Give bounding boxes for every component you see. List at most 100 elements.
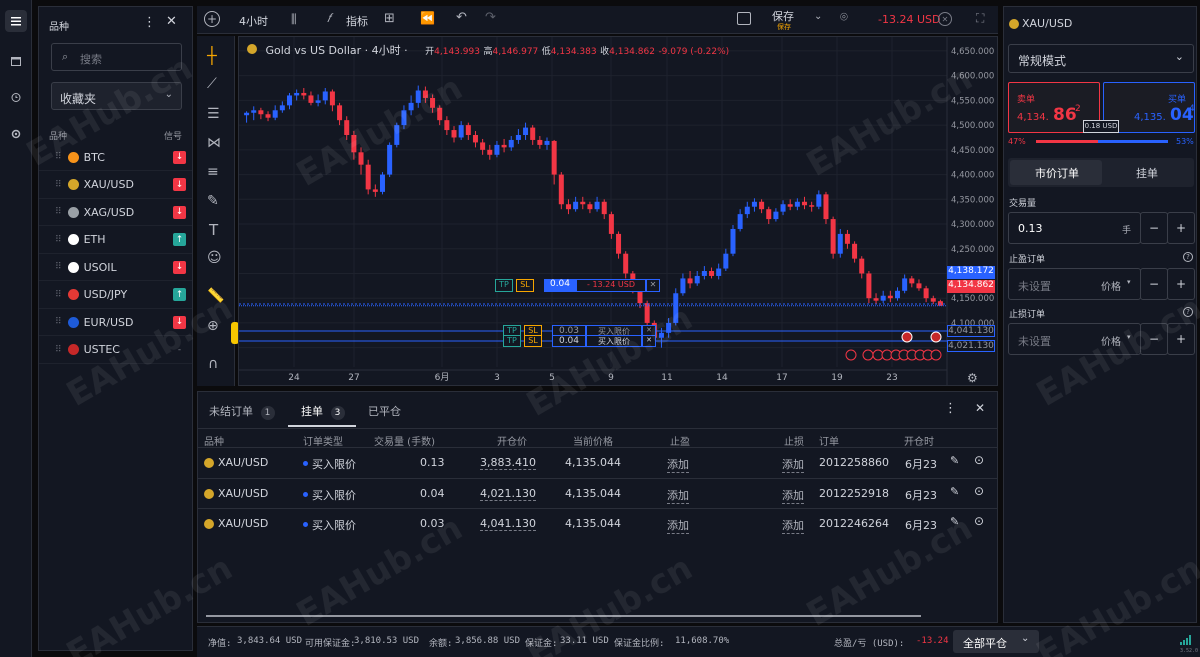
cell-sl[interactable]: 添加	[782, 456, 804, 473]
tp-help-icon[interactable]: ?	[1183, 252, 1193, 262]
more-menu-icon[interactable]: ⋮	[143, 15, 156, 30]
sl-decrease-button[interactable]: −	[1140, 323, 1168, 355]
candle-type-icon[interactable]: ⫼	[291, 12, 297, 27]
close-icon[interactable]: ✕	[166, 14, 177, 29]
sl-input[interactable]: 未设置 价格 ▾	[1008, 323, 1141, 355]
table-row[interactable]: XAU/USD 买入限价 0.04 4,021.130 4,135.044 添加 添加 201…	[198, 477, 997, 508]
emoji-icon[interactable]: ☺	[207, 250, 222, 266]
watchlist-item[interactable]: ⠿ ETH ↑	[39, 227, 192, 254]
mode-select[interactable]: 常规模式 ⌄	[1008, 44, 1194, 73]
edit-order-icon[interactable]: ✎	[950, 454, 959, 467]
horizontal-scrollbar[interactable]	[206, 615, 921, 617]
cell-sl[interactable]: 添加	[782, 487, 804, 504]
list-icon[interactable]	[5, 10, 27, 32]
magnet-icon[interactable]: ∩	[208, 356, 218, 372]
redo-icon[interactable]: ↷	[485, 10, 496, 25]
add-symbol-icon[interactable]: +	[204, 11, 220, 27]
undo-icon[interactable]: ↶	[456, 10, 467, 25]
cell-tp[interactable]: 添加	[667, 517, 689, 534]
alarm-icon[interactable]	[5, 86, 27, 108]
camera-icon[interactable]: ⌾	[840, 10, 848, 25]
sl-unit-select[interactable]: 价格	[1101, 333, 1121, 348]
replay-icon[interactable]: ⏪	[420, 11, 435, 25]
watchlist-item[interactable]: ⠿ XAG/USD ↓	[39, 199, 192, 226]
watchlist-item[interactable]: ⠿ USD/JPY ↑	[39, 282, 192, 309]
chart-area[interactable]: 4,650.000 4,600.000 4,550.000 4,500.000 4,45…	[238, 36, 998, 386]
edit-order-icon[interactable]: ✎	[950, 485, 959, 498]
watchlist-item[interactable]: ⠿ XAU/USD ↓	[39, 172, 192, 199]
timeframe-button[interactable]: 4小时	[239, 13, 268, 29]
volume-increase-button[interactable]: +	[1167, 212, 1195, 244]
position-sl-tag[interactable]: SL	[516, 279, 534, 292]
drag-handle-icon[interactable]: ⠿	[55, 152, 62, 162]
fib-icon[interactable]: ≡	[207, 164, 219, 180]
tab-market-order[interactable]: 市价订单	[1010, 160, 1102, 185]
calendar-icon[interactable]	[5, 50, 27, 72]
close-all-button[interactable]: 全部平仓 ⌄	[953, 630, 1039, 653]
drag-handle-icon[interactable]: ⠿	[55, 207, 62, 217]
cell-tp[interactable]: 添加	[667, 456, 689, 473]
cancel-order-icon[interactable]: ⊙	[974, 484, 984, 498]
sl-increase-button[interactable]: +	[1167, 323, 1195, 355]
volume-decrease-button[interactable]: −	[1140, 212, 1168, 244]
position-qty-tag[interactable]: 0.04	[544, 279, 576, 292]
watchlist-item[interactable]: ⠿ BTC ↓	[39, 144, 192, 171]
drag-handle-icon[interactable]: ⠿	[55, 180, 62, 190]
edit-order-icon[interactable]: ✎	[950, 515, 959, 528]
horizontal-lines-icon[interactable]: ☰	[207, 106, 220, 122]
tab-open-orders[interactable]: 未结订单 1	[209, 403, 275, 420]
drag-handle-icon[interactable]: ⠿	[55, 345, 62, 355]
table-row[interactable]: XAU/USD 买入限价 0.13 3,883.410 4,135.044 添加 添加 201…	[198, 447, 997, 477]
drag-handle-icon[interactable]: ⠿	[55, 235, 62, 245]
tp-decrease-button[interactable]: −	[1140, 268, 1168, 300]
order2-tp-tag[interactable]: TP	[503, 335, 521, 347]
indicators-button[interactable]: 指标	[346, 13, 368, 29]
cancel-order-icon[interactable]: ⊙	[974, 514, 984, 528]
close-position-icon[interactable]: ✕	[938, 12, 952, 26]
panel-more-icon[interactable]: ⋮	[944, 401, 957, 416]
tab-pending-orders[interactable]: 挂单 3	[301, 403, 345, 420]
brush-icon[interactable]: ✎	[207, 193, 219, 209]
volume-input[interactable]: 0.13 手	[1008, 212, 1141, 244]
watchlist-item[interactable]: ⠿ EUR/USD ↓	[39, 309, 192, 336]
layout-grid-icon[interactable]: ⊞	[384, 11, 395, 26]
drag-handle-icon[interactable]: ⠿	[55, 290, 62, 300]
table-row[interactable]: XAU/USD 买入限价 0.03 4,041.130 4,135.044 添加 添加 201…	[198, 508, 997, 538]
ruler-icon[interactable]: 📏	[207, 288, 224, 304]
cell-open[interactable]: 4,041.130	[480, 517, 536, 531]
order2-close-icon[interactable]: ✕	[642, 335, 656, 347]
zoom-icon[interactable]: ⊕	[207, 318, 219, 334]
order2-qty-tag[interactable]: 0.04	[552, 335, 586, 347]
tab-pending-order[interactable]: 挂单	[1136, 165, 1158, 181]
chart-settings-icon[interactable]: ⚙	[967, 371, 978, 385]
cell-sl[interactable]: 添加	[782, 517, 804, 534]
crosshair-icon[interactable]: ┼	[207, 46, 217, 65]
pattern-icon[interactable]: ⋈	[207, 135, 221, 151]
settings-icon[interactable]	[5, 123, 27, 145]
order2-sl-tag[interactable]: SL	[524, 335, 542, 347]
watchlist-group-select[interactable]: 收藏夹 ⌄	[51, 82, 182, 110]
drag-handle-icon[interactable]: ⠿	[55, 317, 62, 327]
cancel-order-icon[interactable]: ⊙	[974, 453, 984, 467]
cell-tp[interactable]: 添加	[667, 487, 689, 504]
position-close-icon[interactable]: ✕	[646, 279, 660, 292]
tp-input[interactable]: 未设置 价格 ▾	[1008, 268, 1141, 300]
indicator-icon[interactable]: 𝑓	[327, 11, 331, 26]
tab-closed-orders[interactable]: 已平仓	[368, 403, 401, 419]
tp-increase-button[interactable]: +	[1167, 268, 1195, 300]
cell-open[interactable]: 4,021.130	[480, 487, 536, 501]
panel-close-icon[interactable]: ✕	[975, 401, 985, 415]
cell-open[interactable]: 3,883.410	[480, 456, 536, 470]
trendline-icon[interactable]: ⟋	[207, 76, 217, 92]
watchlist-item[interactable]: ⠿ USOIL ↓	[39, 254, 192, 281]
save-dropdown-icon[interactable]: ⌄	[814, 11, 822, 22]
maximize-icon[interactable]: ⛶	[976, 11, 984, 26]
search-input[interactable]: ⌕ 搜索	[51, 43, 182, 71]
text-icon[interactable]: T	[209, 221, 218, 239]
sl-help-icon[interactable]: ?	[1183, 307, 1193, 317]
watchlist-item[interactable]: ⠿ USTEC -	[39, 337, 192, 364]
drag-handle-icon[interactable]: ⠿	[55, 262, 62, 272]
position-tp-tag[interactable]: TP	[495, 279, 513, 292]
fullscreen-toggle-icon[interactable]	[737, 12, 751, 25]
tp-unit-select[interactable]: 价格	[1101, 278, 1121, 293]
